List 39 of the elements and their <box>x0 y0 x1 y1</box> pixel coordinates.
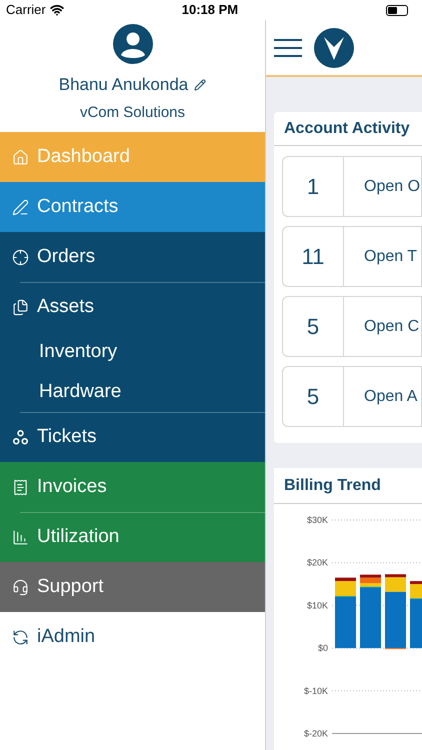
documents-icon <box>12 298 29 316</box>
avatar-icon <box>112 24 152 64</box>
activity-count: 5 <box>283 367 344 426</box>
card-title: Account Activity <box>274 112 422 146</box>
circles-icon <box>12 428 29 446</box>
activity-row[interactable]: 1 Open O <box>282 156 422 217</box>
wifi-icon <box>50 3 64 17</box>
user-name: Bhanu Anukonda <box>58 74 188 96</box>
axis-label: $10K <box>306 600 328 610</box>
activity-row[interactable]: 5 Open C <box>282 296 422 357</box>
activity-row[interactable]: 5 Open A <box>282 366 422 427</box>
axis-label: $30K <box>306 515 328 525</box>
card-title: Billing Trend <box>274 468 422 504</box>
activity-label: Open T <box>363 246 418 266</box>
activity-count: 11 <box>283 227 344 286</box>
refresh-icon <box>12 628 29 646</box>
edit-icon[interactable] <box>194 78 206 91</box>
receipt-icon <box>12 478 29 496</box>
bar-chart-icon <box>12 528 29 546</box>
axis-label: $-10K <box>304 686 328 696</box>
pen-icon <box>12 198 29 216</box>
clock: 10:18 PM <box>182 1 238 20</box>
menu-icon[interactable] <box>274 38 302 56</box>
activity-label: Open O <box>363 176 420 196</box>
company-name: vCom Solutions <box>80 102 186 122</box>
axis-label: $20K <box>306 558 328 568</box>
activity-count: 1 <box>283 157 344 216</box>
activity-count: 5 <box>283 297 344 356</box>
battery-icon <box>386 4 408 16</box>
crosshair-icon <box>12 248 29 266</box>
logo-icon <box>314 28 354 68</box>
axis-label: $-20K <box>304 728 328 738</box>
carrier-label: Carrier <box>6 1 46 20</box>
headset-icon <box>12 578 29 596</box>
home-icon <box>12 148 29 166</box>
activity-label: Open A <box>363 386 418 406</box>
axis-label: $0 <box>318 643 328 654</box>
activity-row[interactable]: 11 Open T <box>282 226 422 287</box>
activity-label: Open C <box>363 316 420 336</box>
